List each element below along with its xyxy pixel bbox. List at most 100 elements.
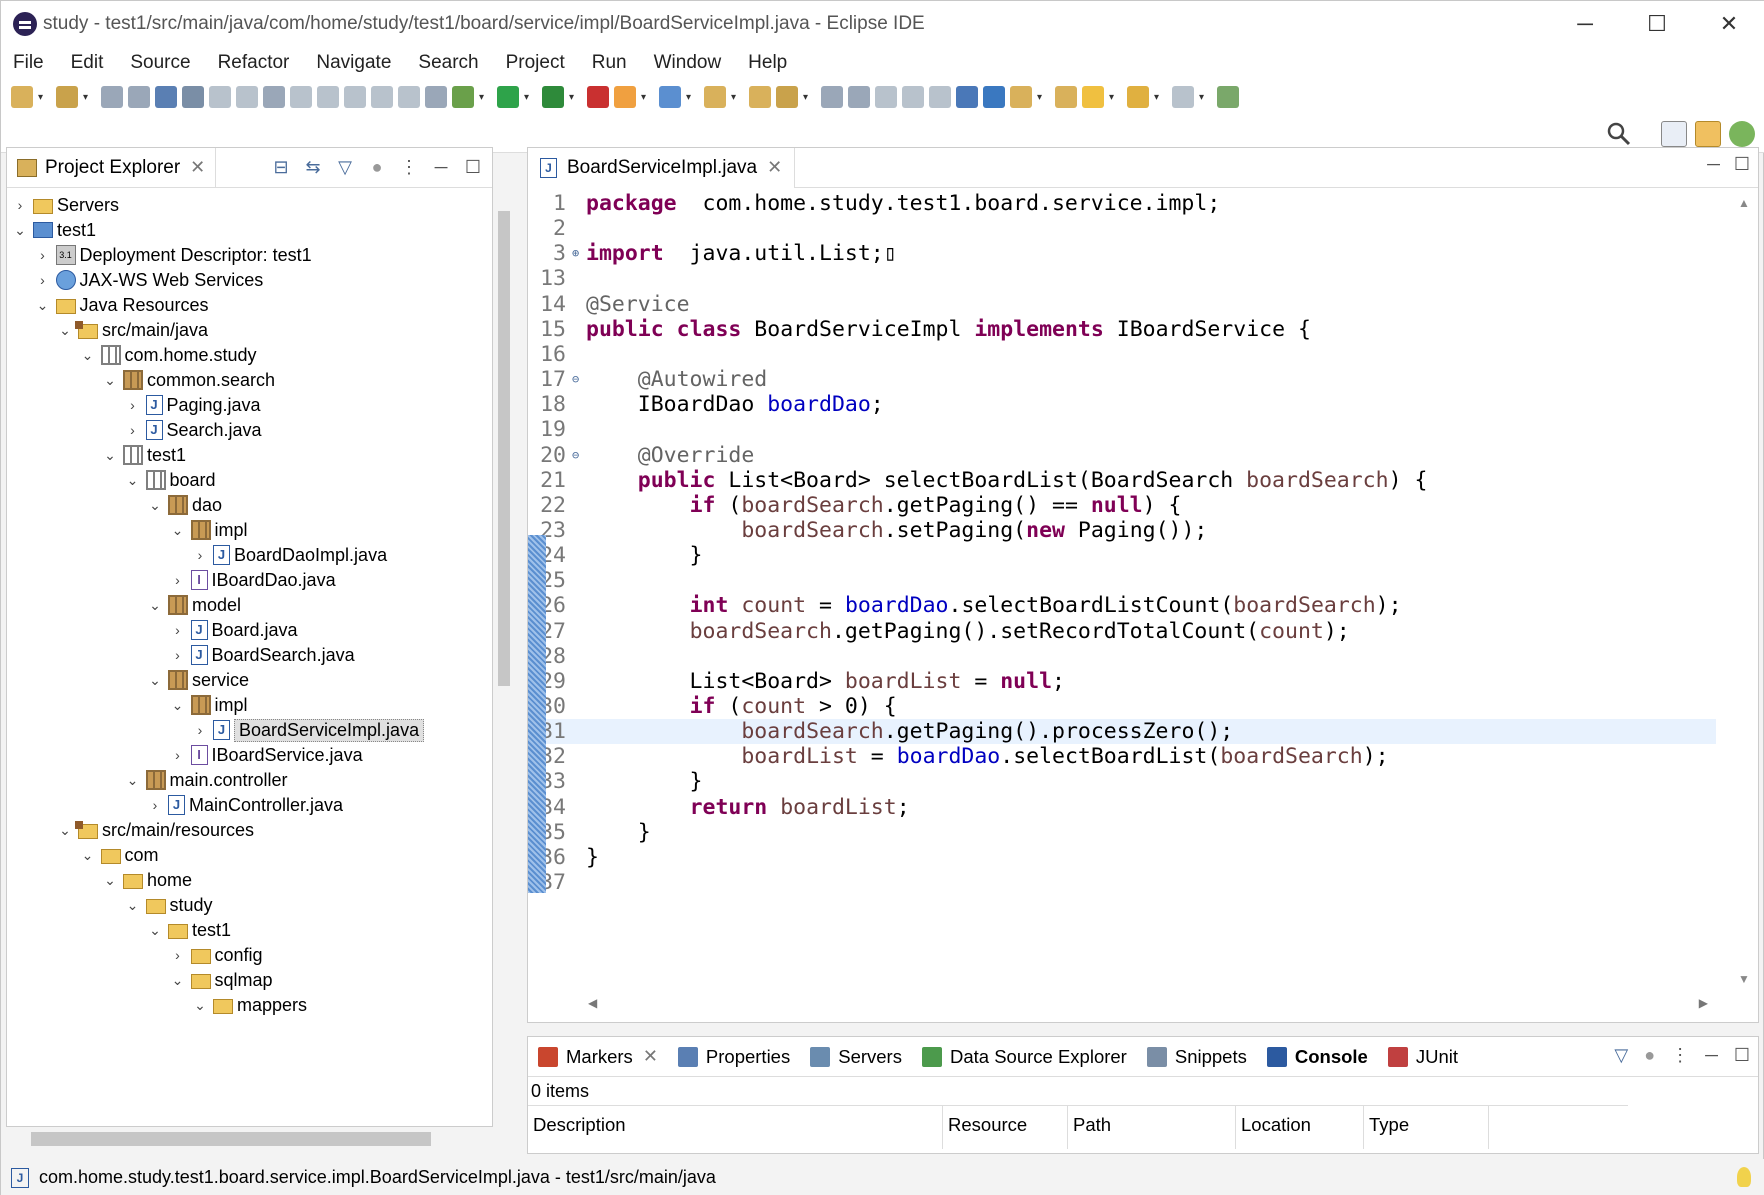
maximize-view-icon[interactable]: ☐ (462, 156, 484, 178)
collapsed-chevron-icon[interactable]: › (11, 197, 29, 213)
use-step-filters-icon[interactable] (425, 86, 447, 108)
tree-item[interactable]: › J Board.java (169, 616, 298, 644)
dropdown-arrow-icon[interactable]: ▾ (479, 92, 489, 103)
tab-snippets[interactable]: Snippets (1137, 1037, 1257, 1077)
minimize-button[interactable]: ─ (1549, 1, 1621, 47)
tree-item[interactable]: ⌄ common.search (101, 366, 275, 394)
previous-annotation-icon[interactable] (1055, 86, 1077, 108)
show-whitespace-icon[interactable] (929, 86, 951, 108)
new-server-icon[interactable] (614, 86, 636, 108)
tree-horizontal-scrollbar[interactable] (31, 1132, 431, 1146)
dropdown-arrow-icon[interactable]: ▾ (83, 92, 93, 103)
suspend-icon[interactable] (236, 86, 258, 108)
collapsed-chevron-icon[interactable]: › (169, 947, 187, 963)
menu-file[interactable]: File (13, 52, 44, 74)
code-line[interactable]: 15 public class BoardServiceImpl implemen… (528, 317, 1716, 342)
step-into-icon[interactable] (317, 86, 339, 108)
coverage-icon[interactable] (542, 86, 564, 108)
tree-item[interactable]: ⌄ mappers (191, 991, 307, 1019)
tree-item[interactable]: ⌄ impl (169, 516, 248, 544)
tree-item[interactable]: ⌄ test1 (11, 216, 96, 244)
web-browser-icon[interactable] (983, 86, 1005, 108)
project-explorer-tab[interactable]: Project Explorer ✕ (7, 147, 217, 188)
code-line[interactable]: 2 (528, 216, 1716, 241)
collapsed-chevron-icon[interactable]: › (169, 747, 187, 763)
collapse-all-icon[interactable]: ⊟ (270, 156, 292, 178)
tab-junit[interactable]: JUnit (1378, 1037, 1468, 1077)
tree-item[interactable]: ⌄ model (146, 591, 241, 619)
step-return-icon[interactable] (371, 86, 393, 108)
menu-run[interactable]: Run (592, 52, 627, 74)
expanded-chevron-icon[interactable]: ⌄ (79, 847, 97, 864)
focus-icon[interactable]: ● (1644, 1045, 1655, 1066)
scroll-up-icon[interactable]: ▲ (1738, 196, 1750, 210)
code-line[interactable]: 24 } (528, 543, 1716, 568)
editor-vertical-scrollbar[interactable]: ▲ ▼ (1738, 196, 1752, 986)
tree-item[interactable]: ⌄ sqlmap (169, 966, 273, 994)
menu-refactor[interactable]: Refactor (218, 52, 290, 74)
dropdown-arrow-icon[interactable]: ▾ (569, 92, 579, 103)
code-line[interactable]: 33 } (528, 769, 1716, 794)
expanded-chevron-icon[interactable]: ⌄ (169, 522, 187, 539)
menu-edit[interactable]: Edit (71, 52, 104, 74)
dropdown-arrow-icon[interactable]: ▾ (1154, 92, 1164, 103)
expanded-chevron-icon[interactable]: ⌄ (146, 497, 164, 514)
expanded-chevron-icon[interactable]: ⌄ (34, 297, 52, 314)
annotation-icon[interactable] (776, 86, 798, 108)
collapsed-chevron-icon[interactable]: › (191, 722, 209, 738)
filter-icon[interactable]: ▽ (334, 156, 356, 178)
scroll-down-icon[interactable]: ▼ (1738, 972, 1750, 986)
code-line[interactable]: 29 List<Board> boardList = null; (528, 669, 1716, 694)
code-line[interactable]: 18 IBoardDao boardDao; (528, 392, 1716, 417)
expanded-chevron-icon[interactable]: ⌄ (146, 597, 164, 614)
terminate-icon[interactable] (263, 86, 285, 108)
expanded-chevron-icon[interactable]: ⌄ (101, 447, 119, 464)
tab-console[interactable]: Console (1257, 1037, 1378, 1077)
block-selection-icon[interactable] (902, 86, 924, 108)
open-type-icon[interactable] (704, 86, 726, 108)
java-ee-perspective-icon[interactable] (1695, 121, 1721, 147)
editor-horizontal-scrollbar[interactable]: ◀ ▶ (588, 996, 1708, 1016)
tree-item[interactable]: › J BoardSearch.java (169, 641, 355, 669)
step-over-icon[interactable] (344, 86, 366, 108)
dropdown-arrow-icon[interactable]: ▾ (731, 92, 741, 103)
code-line[interactable]: 35 } (528, 820, 1716, 845)
tree-vertical-scrollbar[interactable] (498, 211, 510, 686)
tree-item[interactable]: ⌄ board (124, 466, 216, 494)
tree-item[interactable]: › J MainController.java (146, 791, 343, 819)
close-tab-icon[interactable]: ✕ (190, 157, 205, 178)
collapse-fold-icon[interactable]: ⊖ (572, 367, 579, 392)
tree-item[interactable]: ⌄ com.home.study (79, 341, 257, 369)
menu-search[interactable]: Search (418, 52, 478, 74)
expanded-chevron-icon[interactable]: ⌄ (101, 872, 119, 889)
tree-item[interactable]: ⌄ Java Resources (34, 291, 209, 319)
new-class-icon[interactable] (659, 86, 681, 108)
close-button[interactable]: ✕ (1693, 1, 1764, 47)
code-line[interactable]: 16 (528, 342, 1716, 367)
pin-editor-icon[interactable] (1217, 86, 1239, 108)
code-line[interactable]: 28 (528, 644, 1716, 669)
quick-access-icon[interactable] (956, 86, 978, 108)
code-area[interactable]: 1 package com.home.study.test1.board.serv… (528, 189, 1716, 989)
code-line[interactable]: 26 int count = boardDao.selectBoardListC… (528, 593, 1716, 618)
dropdown-arrow-icon[interactable]: ▾ (1199, 92, 1209, 103)
collapsed-chevron-icon[interactable]: › (146, 797, 164, 813)
code-line[interactable]: 17 ⊖ @Autowired (528, 367, 1716, 392)
tree-item[interactable]: ⌄ home (101, 866, 192, 894)
open-task-icon[interactable] (749, 86, 771, 108)
debug-icon[interactable] (452, 86, 474, 108)
code-line[interactable]: 23 boardSearch.setPaging(new Paging()); (528, 518, 1716, 543)
menu-source[interactable]: Source (130, 52, 190, 74)
resume-icon[interactable] (209, 86, 231, 108)
dropdown-arrow-icon[interactable]: ▾ (1109, 92, 1119, 103)
column-header-description[interactable]: Description (528, 1106, 943, 1149)
tree-item[interactable]: › I IBoardService.java (169, 741, 363, 769)
open-perspective-icon[interactable] (1661, 121, 1687, 147)
code-line[interactable]: 20 ⊖ @Override (528, 443, 1716, 468)
tree-item[interactable]: ⌄ src/main/java (56, 316, 208, 344)
new-icon[interactable] (11, 86, 33, 108)
code-line[interactable]: 21 public List<Board> selectBoardList(Bo… (528, 468, 1716, 493)
new-project-icon[interactable] (56, 86, 78, 108)
back-icon[interactable] (1127, 86, 1149, 108)
code-line[interactable]: 32 boardList = boardDao.selectBoardList(… (528, 744, 1716, 769)
